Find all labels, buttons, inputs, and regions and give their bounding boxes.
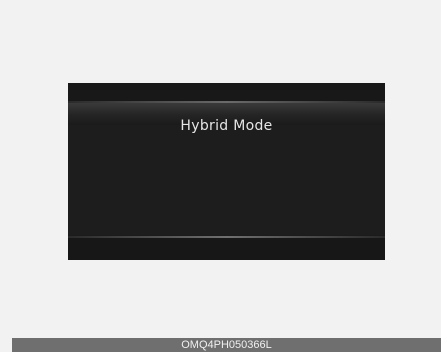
- display-main-area: [68, 125, 385, 235]
- caption-bar: OMQ4PH050366L: [12, 338, 441, 352]
- display-bottom-band: [68, 238, 385, 260]
- mode-title: Hybrid Mode: [180, 118, 273, 134]
- image-code-label: OMQ4PH050366L: [181, 339, 272, 351]
- cluster-display: Hybrid Mode: [68, 83, 385, 260]
- page: Hybrid Mode OMQ4PH050366L: [0, 0, 441, 352]
- display-top-band: [68, 83, 385, 101]
